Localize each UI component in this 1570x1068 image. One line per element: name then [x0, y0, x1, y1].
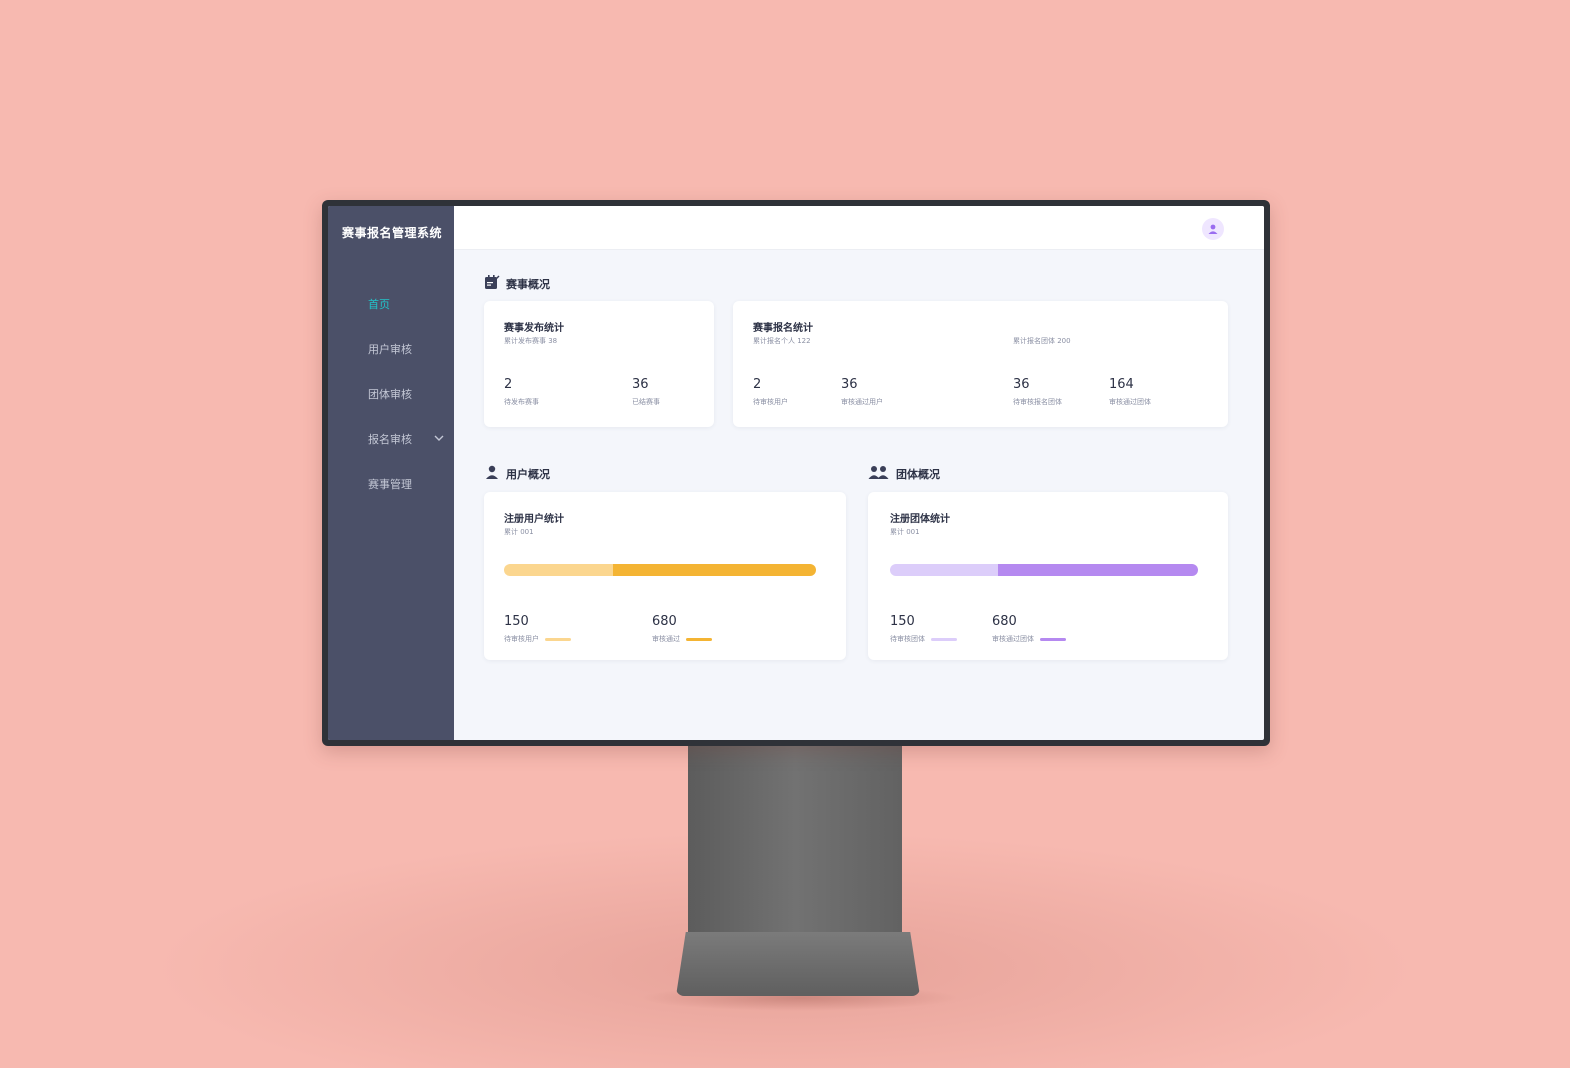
- stat-label: 待审核报名团体: [1013, 398, 1062, 406]
- legend-swatch: [545, 637, 571, 641]
- publish-stats-card: 赛事发布统计 累计发布赛事 38 2 待发布赛事 36 已结赛事: [484, 301, 714, 427]
- sidebar-item-event-management[interactable]: 赛事管理: [368, 476, 444, 492]
- card-title: 赛事报名统计: [753, 323, 813, 334]
- card-title: 赛事发布统计: [504, 323, 564, 334]
- stat-label-row: 审核通过团体: [992, 634, 1066, 644]
- stat-value: 36: [1013, 377, 1030, 392]
- legend-swatch: [1040, 637, 1066, 641]
- stat-value: 36: [632, 377, 649, 392]
- sidebar-item-label: 赛事管理: [368, 478, 412, 491]
- stat-value: 164: [1109, 377, 1134, 392]
- stat-label: 审核通过用户: [841, 398, 883, 406]
- section-title-user-overview: 用户概况: [484, 464, 550, 483]
- event-edit-icon: [484, 274, 500, 293]
- card-subtitle: 累计报名团体 200: [1013, 337, 1071, 345]
- progress-segment-approved: [997, 564, 1198, 576]
- section-title-text: 赛事概况: [506, 277, 550, 291]
- card-title: 注册用户统计: [504, 514, 564, 525]
- stat-label: 已结赛事: [632, 398, 660, 406]
- card-subtitle: 累计发布赛事 38: [504, 337, 558, 345]
- stat-value: 150: [504, 614, 529, 629]
- monitor: 赛事报名管理系统 首页 用户审核 团体审核 报名审核 赛事管理 赛事概况 赛事发…: [322, 200, 1270, 746]
- monitor-stand-base: [676, 932, 920, 996]
- stat-value: 2: [753, 377, 762, 392]
- section-title-group-overview: 团体概况: [868, 464, 940, 483]
- sidebar-item-label: 首页: [368, 298, 390, 311]
- progress-segment-pending: [504, 564, 614, 576]
- legend-swatch: [931, 637, 957, 641]
- section-title-event-overview: 赛事概况: [484, 274, 550, 293]
- sidebar-item-user-review[interactable]: 用户审核: [368, 341, 444, 357]
- sidebar-item-signup-review[interactable]: 报名审核: [368, 431, 444, 447]
- top-bar: [454, 206, 1264, 250]
- stat-value: 680: [652, 614, 677, 629]
- stat-value: 680: [992, 614, 1017, 629]
- user-icon: [484, 464, 500, 483]
- stat-label: 待审核用户: [753, 398, 788, 406]
- section-title-text: 团体概况: [896, 467, 940, 481]
- user-stats-card: 注册用户统计 累计 001 150 待审核用户 680 审核通过: [484, 492, 846, 660]
- stat-label: 待发布赛事: [504, 398, 539, 406]
- stat-label: 审核通过团体: [992, 635, 1034, 643]
- screen: 赛事报名管理系统 首页 用户审核 团体审核 报名审核 赛事管理 赛事概况 赛事发…: [328, 206, 1264, 740]
- stat-value: 150: [890, 614, 915, 629]
- card-title: 注册团体统计: [890, 514, 950, 525]
- card-subtitle: 累计报名个人 122: [753, 337, 811, 345]
- app-title: 赛事报名管理系统: [342, 226, 443, 240]
- card-subtitle: 累计 001: [504, 528, 534, 536]
- group-stats-card: 注册团体统计 累计 001 150 待审核团体 680 审核通过团体: [868, 492, 1228, 660]
- stat-label-row: 待审核用户: [504, 634, 571, 644]
- group-progress-bar: [890, 564, 1198, 576]
- stat-label: 待审核团体: [890, 635, 925, 643]
- stat-value: 36: [841, 377, 858, 392]
- stat-label: 待审核用户: [504, 635, 539, 643]
- sidebar-item-group-review[interactable]: 团体审核: [368, 386, 444, 402]
- sidebar-item-label: 报名审核: [368, 433, 412, 446]
- stat-label: 审核通过团体: [1109, 398, 1151, 406]
- card-subtitle: 累计 001: [890, 528, 920, 536]
- sidebar-item-label: 用户审核: [368, 343, 412, 356]
- stat-value: 2: [504, 377, 513, 392]
- section-title-text: 用户概况: [506, 467, 550, 481]
- stat-label-row: 审核通过: [652, 634, 712, 644]
- stat-label: 审核通过: [652, 635, 680, 643]
- sidebar-item-home[interactable]: 首页: [368, 296, 444, 312]
- user-progress-bar: [504, 564, 816, 576]
- sidebar: 赛事报名管理系统 首页 用户审核 团体审核 报名审核 赛事管理: [328, 206, 454, 740]
- signup-stats-card: 赛事报名统计 累计报名个人 122 累计报名团体 200 2 待审核用户 36 …: [733, 301, 1228, 427]
- legend-swatch: [686, 637, 712, 641]
- stat-label-row: 待审核团体: [890, 634, 957, 644]
- chevron-down-icon[interactable]: [434, 432, 444, 446]
- monitor-stand-neck: [688, 744, 902, 944]
- sidebar-item-label: 团体审核: [368, 388, 412, 401]
- user-avatar-icon[interactable]: [1202, 218, 1224, 240]
- progress-segment-approved: [613, 564, 816, 576]
- progress-segment-pending: [890, 564, 998, 576]
- group-icon: [868, 464, 890, 483]
